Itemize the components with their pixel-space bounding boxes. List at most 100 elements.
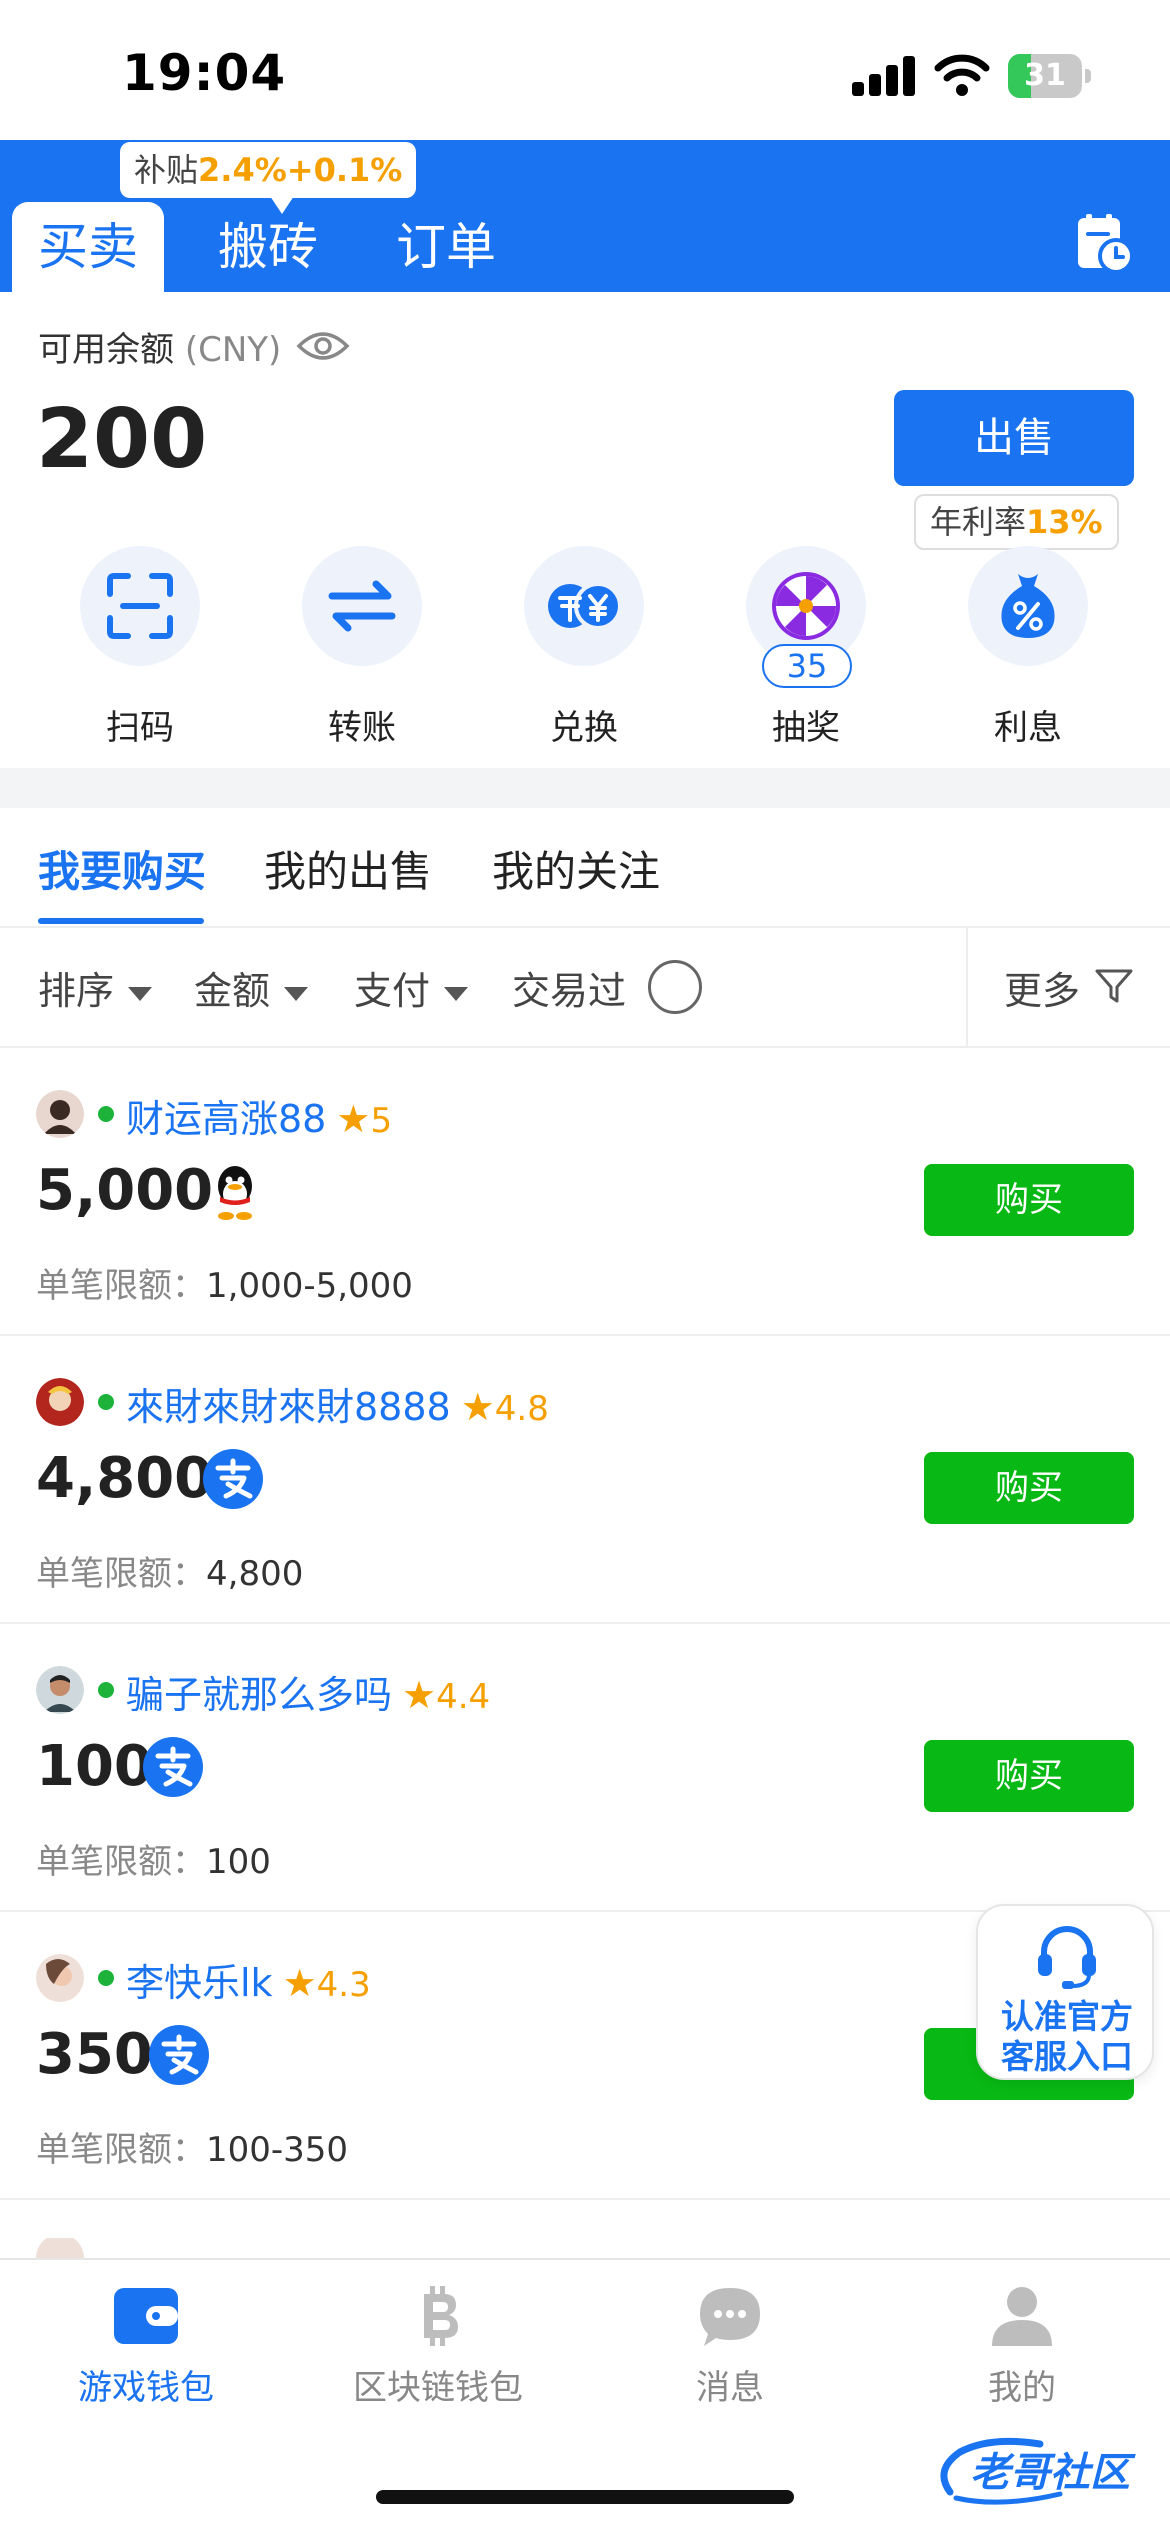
status-time: 19:04 bbox=[122, 44, 287, 102]
seller-name-row[interactable]: 來財來財來財8888 ★4.8 bbox=[126, 1376, 549, 1431]
avatar bbox=[36, 1090, 84, 1138]
alipay-icon bbox=[203, 1449, 263, 1509]
tab-my-sales[interactable]: 我的出售 bbox=[264, 838, 432, 899]
tab-my-follows[interactable]: 我的关注 bbox=[492, 838, 660, 899]
limit-value: 100-350 bbox=[206, 2130, 349, 2170]
status-bar: 19:04 31 bbox=[0, 0, 1170, 140]
online-dot bbox=[98, 1682, 114, 1698]
alipay-icon bbox=[149, 2025, 209, 2085]
limit-label: 单笔限额： bbox=[36, 1842, 206, 1882]
filter-amount[interactable]: 金额 bbox=[194, 960, 309, 1015]
exchange-icon bbox=[548, 582, 622, 630]
action-interest[interactable]: 利息 bbox=[968, 546, 1088, 749]
online-dot bbox=[98, 1106, 114, 1122]
star-icon: ★ bbox=[336, 1097, 371, 1141]
tab-orders[interactable]: 订单 bbox=[396, 202, 496, 292]
filter-sort-label: 排序 bbox=[38, 969, 115, 1013]
apr-bubble: 年利率13% bbox=[914, 494, 1119, 550]
online-dot bbox=[98, 1394, 114, 1410]
buy-button[interactable]: 购买 bbox=[924, 1740, 1134, 1812]
tabbar-label: 我的 bbox=[988, 2368, 1056, 2408]
message-icon bbox=[700, 2288, 760, 2346]
caret-down-icon bbox=[444, 986, 469, 1001]
balance-label: 可用余额 (CNY) bbox=[38, 322, 281, 371]
limit-value: 1,000-5,000 bbox=[206, 1266, 413, 1306]
seller-name-row[interactable]: 骗子就那么多吗 ★4.4 bbox=[126, 1664, 490, 1719]
avatar bbox=[36, 1954, 84, 2002]
action-transfer-label: 转账 bbox=[328, 708, 396, 748]
listing-row: 骗子就那么多吗 ★4.4 100 单笔限额：100 购买 bbox=[0, 1624, 1170, 1912]
tabbar-label: 区块链钱包 bbox=[353, 2368, 523, 2408]
tab-brick[interactable]: 搬砖 bbox=[218, 202, 318, 292]
seller-rating: 4.3 bbox=[316, 1965, 371, 2005]
lottery-wheel-icon bbox=[772, 572, 840, 640]
tab-buy-sell[interactable]: 买卖 bbox=[12, 202, 164, 292]
action-scan-label: 扫码 bbox=[106, 708, 174, 748]
qq-icon bbox=[218, 1166, 252, 1220]
seller-name: 來財來財來財8888 bbox=[126, 1385, 451, 1429]
seller-name: 财运高涨88 bbox=[126, 1097, 327, 1141]
listing-row: 财运高涨88 ★5 5,000 单笔限额：1,000-5,000 购买 bbox=[0, 1048, 1170, 1336]
subsidy-rate: 2.4%+0.1% bbox=[198, 151, 403, 189]
seller-name-row[interactable]: 财运高涨88 ★5 bbox=[126, 1088, 392, 1143]
interest-bag-icon bbox=[1001, 574, 1055, 638]
divider bbox=[966, 928, 968, 1046]
tabbar-label: 消息 bbox=[696, 2368, 764, 2408]
action-transfer[interactable]: 转账 bbox=[302, 546, 422, 749]
svg-text:老哥社区: 老哥社区 bbox=[970, 2450, 1136, 2496]
customer-service-button[interactable]: 认准官方 客服入口 bbox=[976, 1904, 1154, 2080]
sell-button[interactable]: 出售 bbox=[894, 390, 1134, 486]
bitcoin-icon bbox=[424, 2286, 458, 2346]
order-history-icon[interactable] bbox=[1074, 212, 1136, 274]
action-interest-label: 利息 bbox=[994, 708, 1062, 748]
action-exchange-label: 兑换 bbox=[550, 708, 618, 748]
tabbar-messages[interactable]: 消息 bbox=[600, 2280, 860, 2409]
filter-traded-label: 交易过 bbox=[512, 969, 627, 1013]
traded-checkbox[interactable] bbox=[648, 960, 702, 1014]
filter-more[interactable]: 更多 bbox=[1004, 960, 1080, 1015]
filter-payment-label: 支付 bbox=[354, 969, 431, 1013]
limit-label: 单笔限额： bbox=[36, 1266, 206, 1306]
filter-sort[interactable]: 排序 bbox=[38, 960, 153, 1015]
tabbar-profile[interactable]: 我的 bbox=[892, 2280, 1152, 2409]
star-icon: ★ bbox=[282, 1961, 317, 2005]
avatar bbox=[36, 2238, 84, 2258]
lottery-count-badge: 35 bbox=[762, 644, 852, 688]
tabbar-label: 游戏钱包 bbox=[78, 2368, 214, 2408]
listing-amount: 5,000 bbox=[36, 1158, 214, 1223]
home-indicator bbox=[376, 2490, 794, 2504]
avatar bbox=[36, 1378, 84, 1426]
community-watermark-logo: 老哥社区 bbox=[940, 2437, 1136, 2505]
listing-amount: 350 bbox=[36, 2022, 153, 2087]
balance-currency: (CNY) bbox=[184, 330, 282, 370]
filter-payment[interactable]: 支付 bbox=[354, 960, 469, 1015]
filter-amount-label: 金额 bbox=[194, 969, 271, 1013]
seller-name: 李快乐lk bbox=[126, 1961, 273, 2005]
active-tab-indicator bbox=[38, 918, 204, 924]
action-exchange[interactable]: 兑换 bbox=[524, 546, 644, 749]
action-lottery-label: 抽奖 bbox=[772, 708, 840, 748]
seller-name-row[interactable]: 李快乐lk ★4.3 bbox=[126, 1952, 371, 2007]
eye-icon[interactable] bbox=[296, 328, 350, 364]
listing-limit: 单笔限额：1,000-5,000 bbox=[36, 1258, 413, 1307]
listing-row: 來財來財來財8888 ★4.8 4,800 单笔限额：4,800 购买 bbox=[0, 1336, 1170, 1624]
buy-button[interactable]: 购买 bbox=[924, 1164, 1134, 1236]
buy-button[interactable]: 购买 bbox=[924, 1452, 1134, 1524]
cellular-signal-icon bbox=[852, 56, 916, 96]
limit-value: 4,800 bbox=[206, 1554, 304, 1594]
online-dot bbox=[98, 1970, 114, 1986]
tabbar-blockchain-wallet[interactable]: 区块链钱包 bbox=[308, 2280, 568, 2409]
seller-rating: 4.4 bbox=[436, 1677, 491, 1717]
seller-rating: 4.8 bbox=[494, 1389, 549, 1429]
alipay-icon bbox=[143, 1737, 203, 1797]
balance-label-text: 可用余额 bbox=[38, 330, 174, 370]
listing-limit: 单笔限额：100-350 bbox=[36, 2122, 348, 2171]
headset-icon bbox=[1038, 1926, 1096, 1989]
action-scan[interactable]: 扫码 bbox=[80, 546, 200, 749]
tabbar-game-wallet[interactable]: 游戏钱包 bbox=[16, 2280, 276, 2409]
section-gap bbox=[0, 768, 1170, 808]
battery-level: 31 bbox=[1024, 58, 1066, 93]
caret-down-icon bbox=[284, 986, 309, 1001]
tab-buy[interactable]: 我要购买 bbox=[38, 838, 206, 899]
funnel-icon[interactable] bbox=[1094, 966, 1134, 1006]
